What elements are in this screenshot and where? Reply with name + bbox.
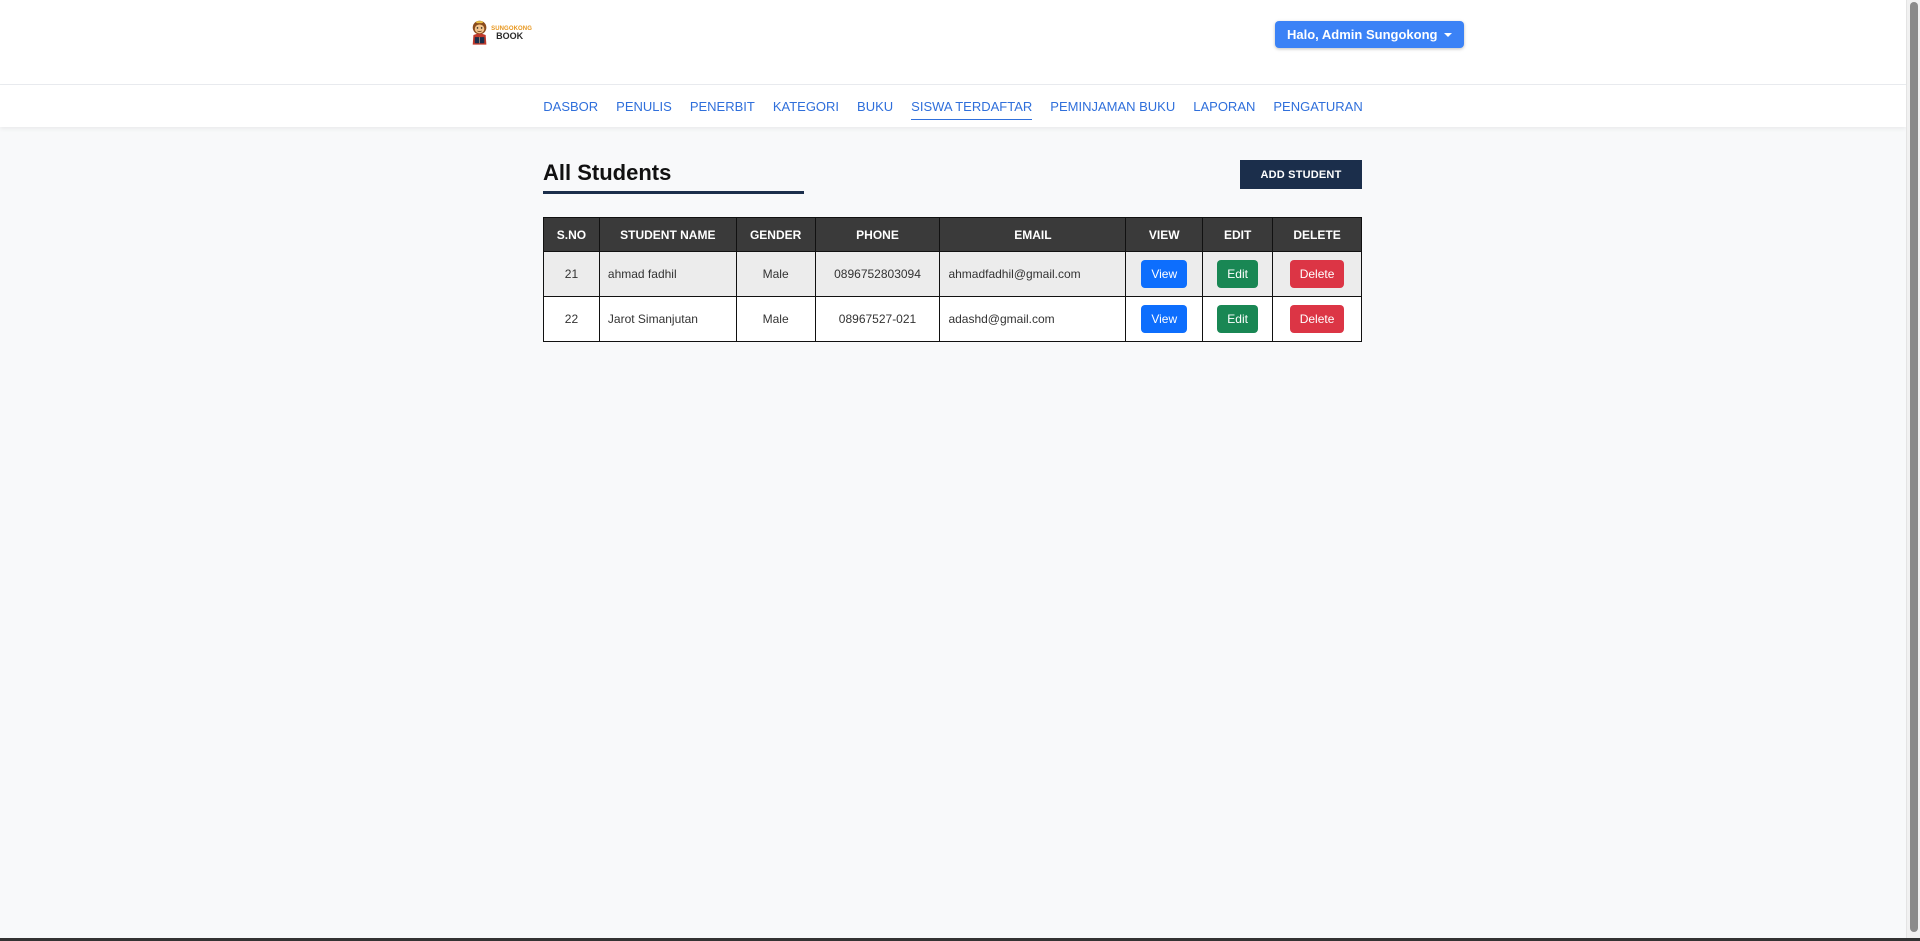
cell-student-name: ahmad fadhil [598, 251, 737, 297]
app-viewport: SUNGOKONG BOOK Halo, Admin Sungokong DAS… [0, 0, 1906, 941]
title-underline [543, 191, 804, 194]
caret-down-icon [1444, 32, 1453, 37]
view-button[interactable]: View [1141, 260, 1188, 288]
col-header-sno: S.NO [543, 217, 600, 252]
nav-item-siswa-terdaftar[interactable]: SISWA TERDAFTAR [911, 93, 1033, 120]
col-header-email: EMAIL [939, 217, 1127, 252]
delete-button[interactable]: Delete [1289, 260, 1345, 288]
nav-item-kategori[interactable]: KATEGORI [773, 93, 839, 120]
cell-phone: 08967527-021 [814, 296, 941, 342]
cell-sno: 21 [543, 251, 600, 297]
cell-email: ahmadfadhil@gmail.com [939, 251, 1127, 297]
students-table: S.NO STUDENT NAME GENDER PHONE EMAIL VIE… [543, 217, 1362, 342]
view-button[interactable]: View [1141, 305, 1188, 333]
nav-item-dasbor[interactable]: DASBOR [543, 93, 598, 120]
table-row: 21 ahmad fadhil Male 0896752803094 ahmad… [543, 251, 1362, 297]
vertical-scrollbar[interactable] [1906, 0, 1920, 941]
col-header-student-name: STUDENT NAME [598, 217, 737, 252]
cell-edit: Edit [1202, 296, 1274, 342]
cell-email: adashd@gmail.com [939, 296, 1127, 342]
cell-gender: Male [735, 251, 816, 297]
cell-gender: Male [735, 296, 816, 342]
col-header-gender: GENDER [735, 217, 816, 252]
cell-delete: Delete [1272, 296, 1362, 342]
cell-edit: Edit [1202, 251, 1274, 297]
nav-item-penerbit[interactable]: PENERBIT [690, 93, 755, 120]
col-header-view: VIEW [1125, 217, 1204, 252]
col-header-phone: PHONE [814, 217, 941, 252]
nav-item-laporan[interactable]: LAPORAN [1193, 93, 1255, 120]
nav-item-penulis[interactable]: PENULIS [616, 93, 672, 120]
edit-button[interactable]: Edit [1217, 305, 1258, 333]
cell-delete: Delete [1272, 251, 1362, 297]
cell-sno: 22 [543, 296, 600, 342]
table-header-row: S.NO STUDENT NAME GENDER PHONE EMAIL VIE… [543, 217, 1362, 252]
delete-button[interactable]: Delete [1289, 305, 1345, 333]
page-title: All Students [543, 160, 672, 185]
cell-phone: 0896752803094 [814, 251, 941, 297]
user-menu-dropdown[interactable]: Halo, Admin Sungokong [1275, 21, 1465, 48]
add-student-button[interactable]: ADD STUDENT [1240, 160, 1362, 189]
col-header-edit: EDIT [1202, 217, 1274, 252]
col-header-delete: DELETE [1272, 217, 1362, 252]
nav-links: DASBOR PENULIS PENERBIT KATEGORI BUKU SI… [0, 85, 1906, 127]
cell-view: View [1125, 296, 1204, 342]
brand-logo[interactable]: SUNGOKONG BOOK [470, 13, 532, 53]
nav-item-buku[interactable]: BUKU [857, 93, 893, 120]
brand-line2: BOOK [496, 30, 524, 41]
cell-view: View [1125, 251, 1204, 297]
nav-item-pengaturan[interactable]: PENGATURAN [1273, 93, 1362, 120]
table-row: 22 Jarot Simanjutan Male 08967527-021 ad… [543, 296, 1362, 342]
nav-item-peminjaman-buku[interactable]: PEMINJAMAN BUKU [1050, 93, 1175, 120]
scrollbar-thumb[interactable] [1910, 2, 1918, 932]
top-header: SUNGOKONG BOOK Halo, Admin Sungokong [0, 0, 1906, 85]
edit-button[interactable]: Edit [1217, 260, 1258, 288]
cell-student-name: Jarot Simanjutan [598, 296, 737, 342]
main-navbar: DASBOR PENULIS PENERBIT KATEGORI BUKU SI… [0, 85, 1906, 127]
brand-wordmark: SUNGOKONG BOOK [491, 26, 532, 41]
monkey-logo-icon [472, 20, 487, 45]
user-menu-label: Halo, Admin Sungokong [1287, 27, 1438, 42]
